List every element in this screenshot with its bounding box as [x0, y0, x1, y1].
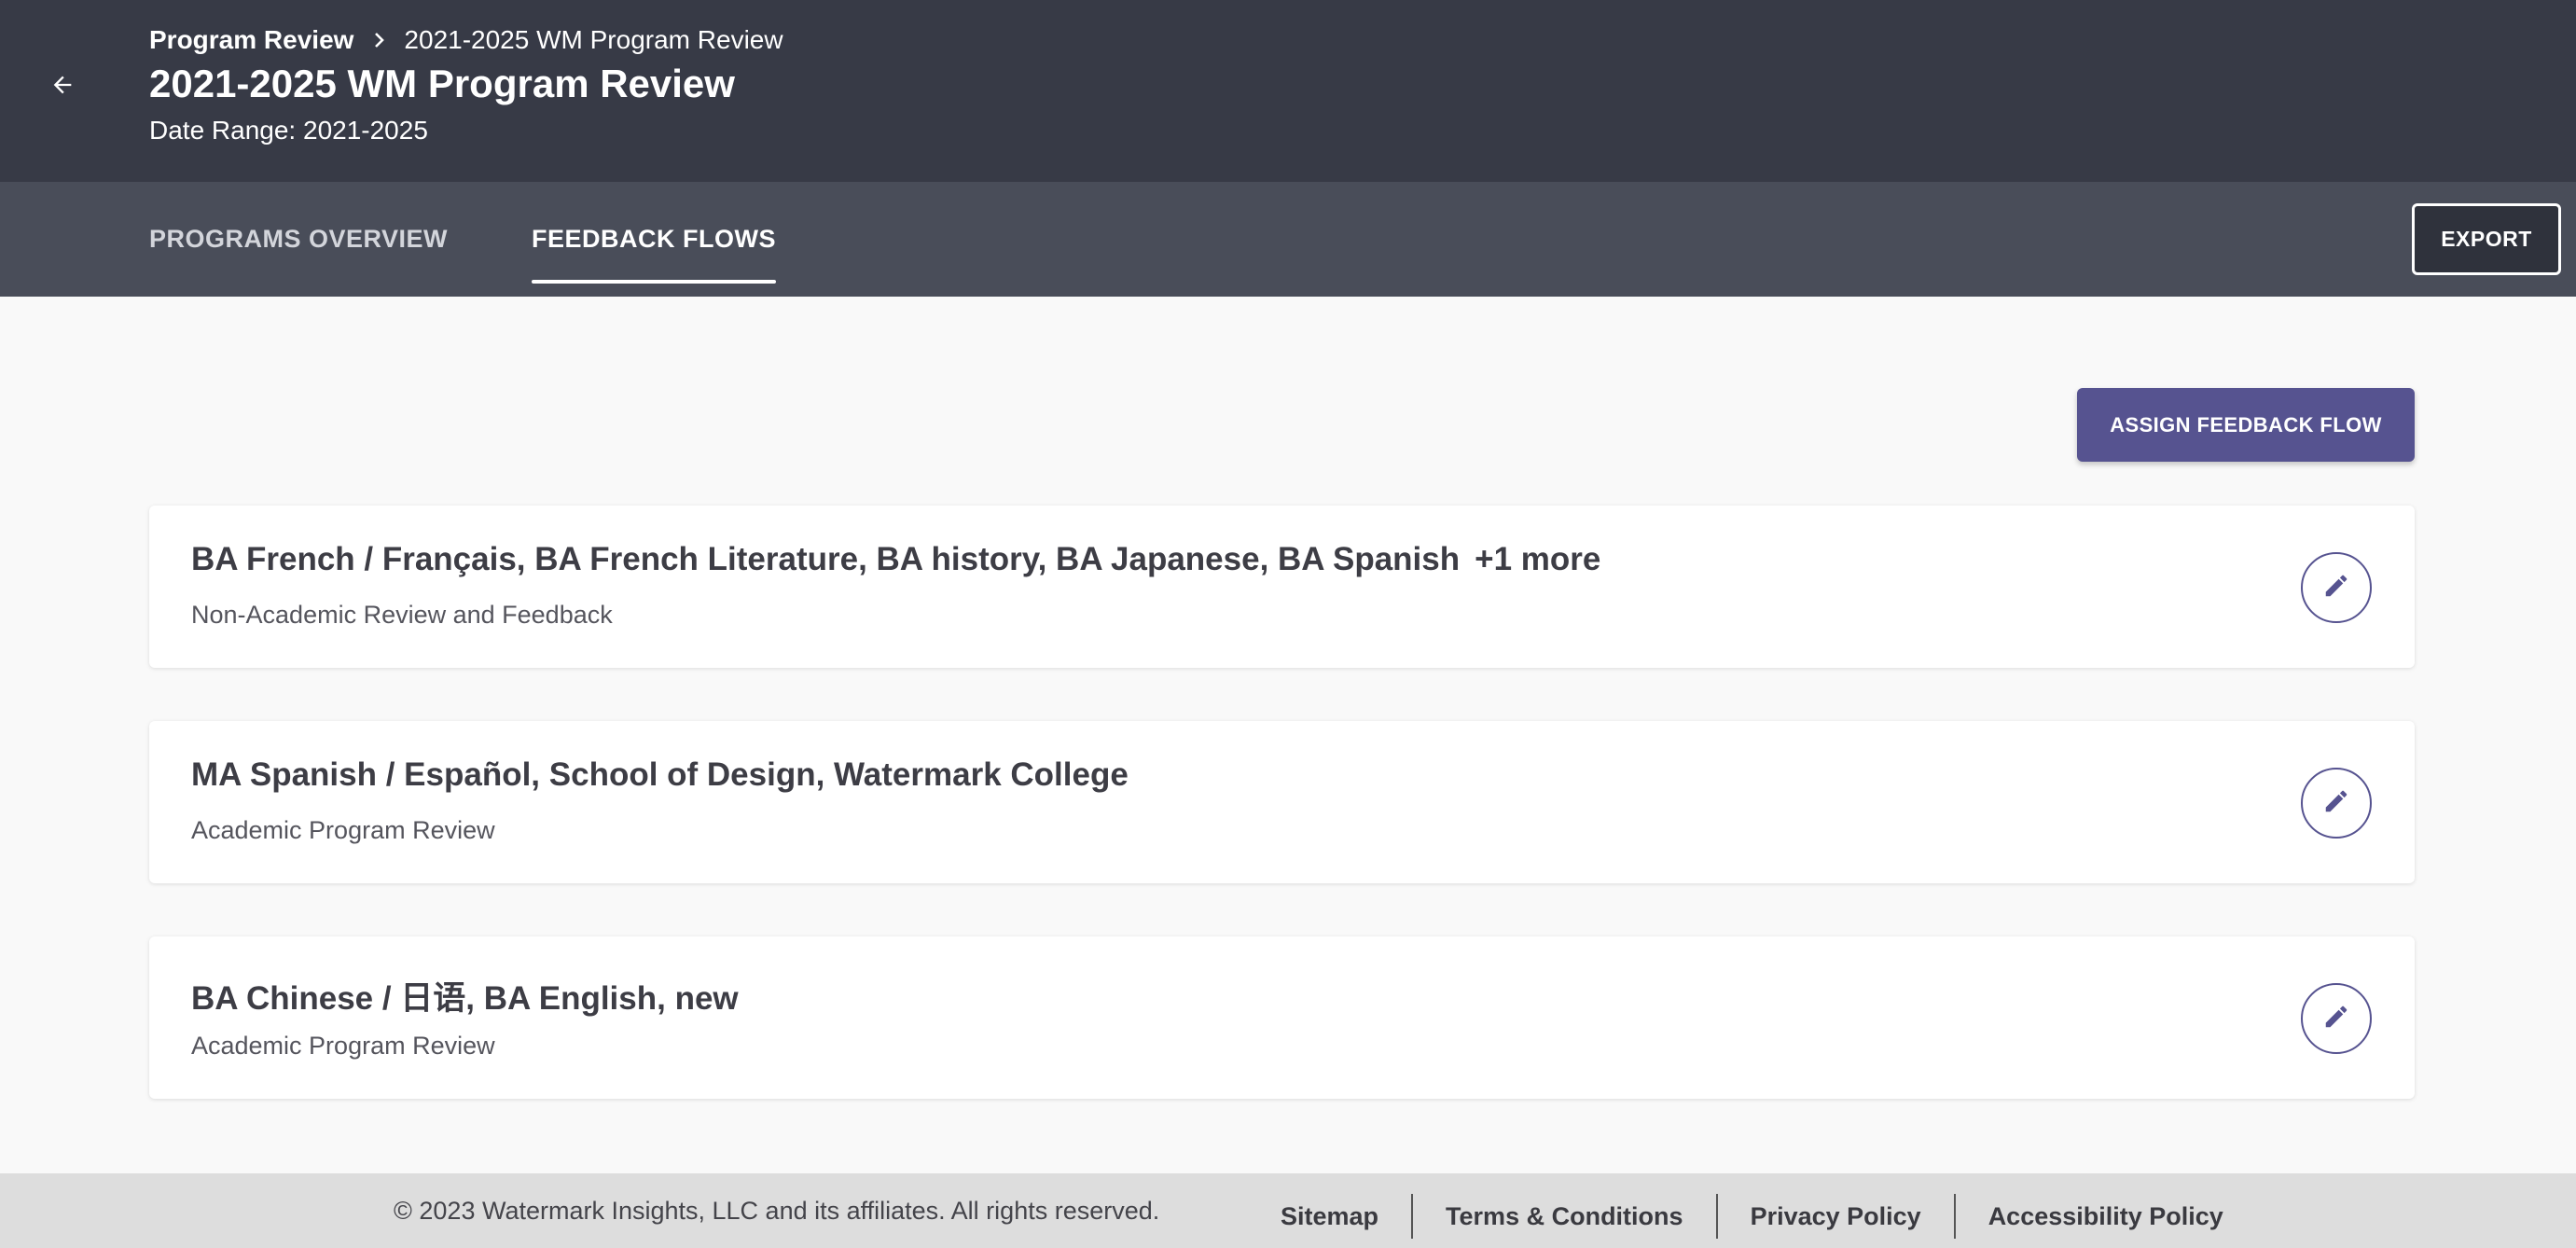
- breadcrumb-program-review[interactable]: Program Review: [149, 25, 353, 55]
- chevron-right-icon: [372, 31, 387, 49]
- date-range: Date Range: 2021-2025: [149, 116, 428, 145]
- page-header: Program Review 2021-2025 WM Program Revi…: [0, 0, 2576, 182]
- flow-type: Academic Program Review: [191, 1032, 495, 1060]
- footer-link-privacy[interactable]: Privacy Policy: [1715, 1194, 1954, 1239]
- assign-feedback-flow-button[interactable]: ASSIGN FEEDBACK FLOW: [2077, 388, 2415, 462]
- export-button[interactable]: EXPORT: [2412, 203, 2561, 275]
- footer-link-accessibility[interactable]: Accessibility Policy: [1953, 1194, 2256, 1239]
- edit-button[interactable]: [2301, 768, 2372, 839]
- copyright-text: © 2023 Watermark Insights, LLC and its a…: [394, 1196, 1160, 1225]
- back-button[interactable]: [41, 65, 84, 108]
- flow-programs-list: BA French / Français, BA French Literatu…: [191, 541, 1461, 577]
- pencil-icon: [2322, 572, 2350, 604]
- breadcrumb: Program Review 2021-2025 WM Program Revi…: [149, 25, 783, 55]
- tab-label: FEEDBACK FLOWS: [532, 225, 776, 253]
- footer-links: Sitemap Terms & Conditions Privacy Polic…: [1248, 1194, 2256, 1239]
- breadcrumb-current: 2021-2025 WM Program Review: [404, 25, 783, 54]
- footer-link-terms[interactable]: Terms & Conditions: [1411, 1194, 1716, 1239]
- tab-label: PROGRAMS OVERVIEW: [149, 225, 449, 253]
- tab-bar: PROGRAMS OVERVIEW FEEDBACK FLOWS: [0, 182, 2576, 297]
- flow-type: Academic Program Review: [191, 816, 495, 844]
- tab-feedback-flows[interactable]: FEEDBACK FLOWS: [532, 182, 776, 297]
- feedback-flow-card: MA Spanish / Español, School of Design, …: [149, 721, 2415, 883]
- arrow-left-icon: [49, 72, 76, 103]
- active-tab-indicator: [532, 280, 776, 284]
- flow-programs: BA Chinese / 日语, BA English, new: [191, 972, 739, 1019]
- pencil-icon: [2322, 787, 2350, 820]
- edit-button[interactable]: [2301, 983, 2372, 1054]
- tab-programs-overview[interactable]: PROGRAMS OVERVIEW: [149, 182, 448, 297]
- page-footer: © 2023 Watermark Insights, LLC and its a…: [0, 1173, 2576, 1248]
- flow-programs-list: MA Spanish / Español, School of Design, …: [191, 756, 1129, 793]
- flow-programs-list: BA Chinese / 日语, BA English, new: [191, 980, 739, 1017]
- feedback-flow-card: BA French / Français, BA French Literatu…: [149, 506, 2415, 668]
- flow-programs: BA French / Français, BA French Literatu…: [191, 541, 1600, 578]
- page-title: 2021-2025 WM Program Review: [149, 62, 735, 105]
- edit-button[interactable]: [2301, 552, 2372, 623]
- feedback-flow-card: BA Chinese / 日语, BA English, new Academi…: [149, 936, 2415, 1099]
- flow-type: Non-Academic Review and Feedback: [191, 601, 613, 629]
- footer-link-sitemap[interactable]: Sitemap: [1248, 1194, 1411, 1239]
- flow-programs: MA Spanish / Español, School of Design, …: [191, 756, 1129, 794]
- pencil-icon: [2322, 1003, 2350, 1035]
- more-programs-link[interactable]: +1 more: [1475, 541, 1600, 577]
